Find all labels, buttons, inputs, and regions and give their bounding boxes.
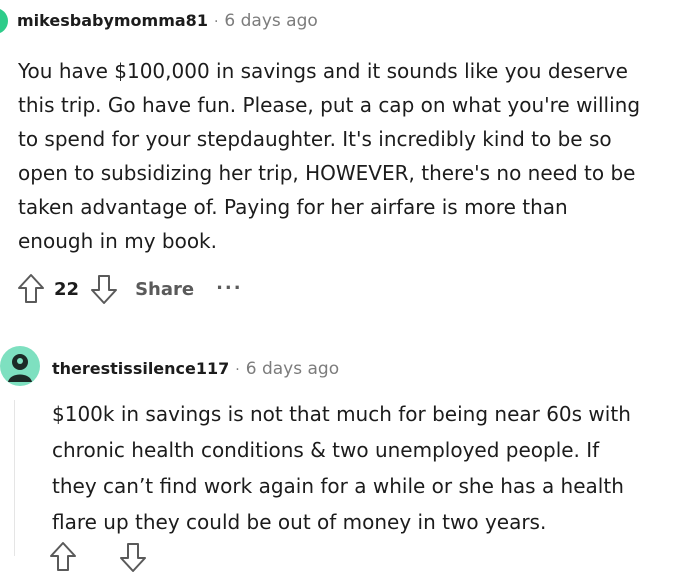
thread-line[interactable]	[14, 400, 15, 556]
upvote-icon[interactable]	[48, 540, 78, 574]
more-options-button[interactable]: ...	[216, 273, 243, 294]
separator: ·	[235, 362, 240, 378]
downvote-icon[interactable]	[118, 540, 148, 574]
comment-body: You have $100,000 in savings and it soun…	[18, 54, 683, 258]
vote-score: 22	[54, 278, 80, 300]
comment-body: $100k in savings is not that much for be…	[52, 396, 692, 540]
comment-line: flare up they could be out of money in t…	[52, 510, 547, 534]
downvote-icon[interactable]	[89, 272, 119, 306]
separator: ·	[213, 14, 219, 30]
comment-meta: therestissilence117 · 6 days ago	[52, 358, 339, 380]
username[interactable]: therestissilence117	[52, 359, 229, 378]
timestamp[interactable]: 6 days ago	[224, 11, 317, 31]
comment-line: this trip. Go have fun. Please, put a ca…	[18, 93, 641, 117]
comment-line: You have $100,000 in savings and it soun…	[18, 59, 628, 83]
avatar-icon[interactable]	[0, 346, 40, 386]
timestamp[interactable]: 6 days ago	[246, 359, 339, 379]
share-button[interactable]: Share	[135, 279, 194, 300]
upvote-icon[interactable]	[16, 272, 46, 306]
comment-actions: 22 Share ...	[16, 272, 243, 306]
comment-line: $100k in savings is not that much for be…	[52, 402, 631, 426]
comment-line: they can’t find work again for a while o…	[52, 474, 624, 498]
comment-line: open to subsidizing her trip, HOWEVER, t…	[18, 161, 636, 185]
comment-line: taken advantage of. Paying for her airfa…	[18, 195, 568, 219]
comment-meta: mikesbabymomma81 · 6 days ago	[17, 10, 318, 32]
comment-line: enough in my book.	[18, 229, 217, 253]
comment-line: chronic health conditions & two unemploy…	[52, 438, 600, 462]
comment-actions	[48, 540, 148, 574]
avatar[interactable]	[0, 8, 8, 34]
username[interactable]: mikesbabymomma81	[17, 11, 208, 30]
comment-line: to spend for your stepdaughter. It's inc…	[18, 127, 612, 151]
